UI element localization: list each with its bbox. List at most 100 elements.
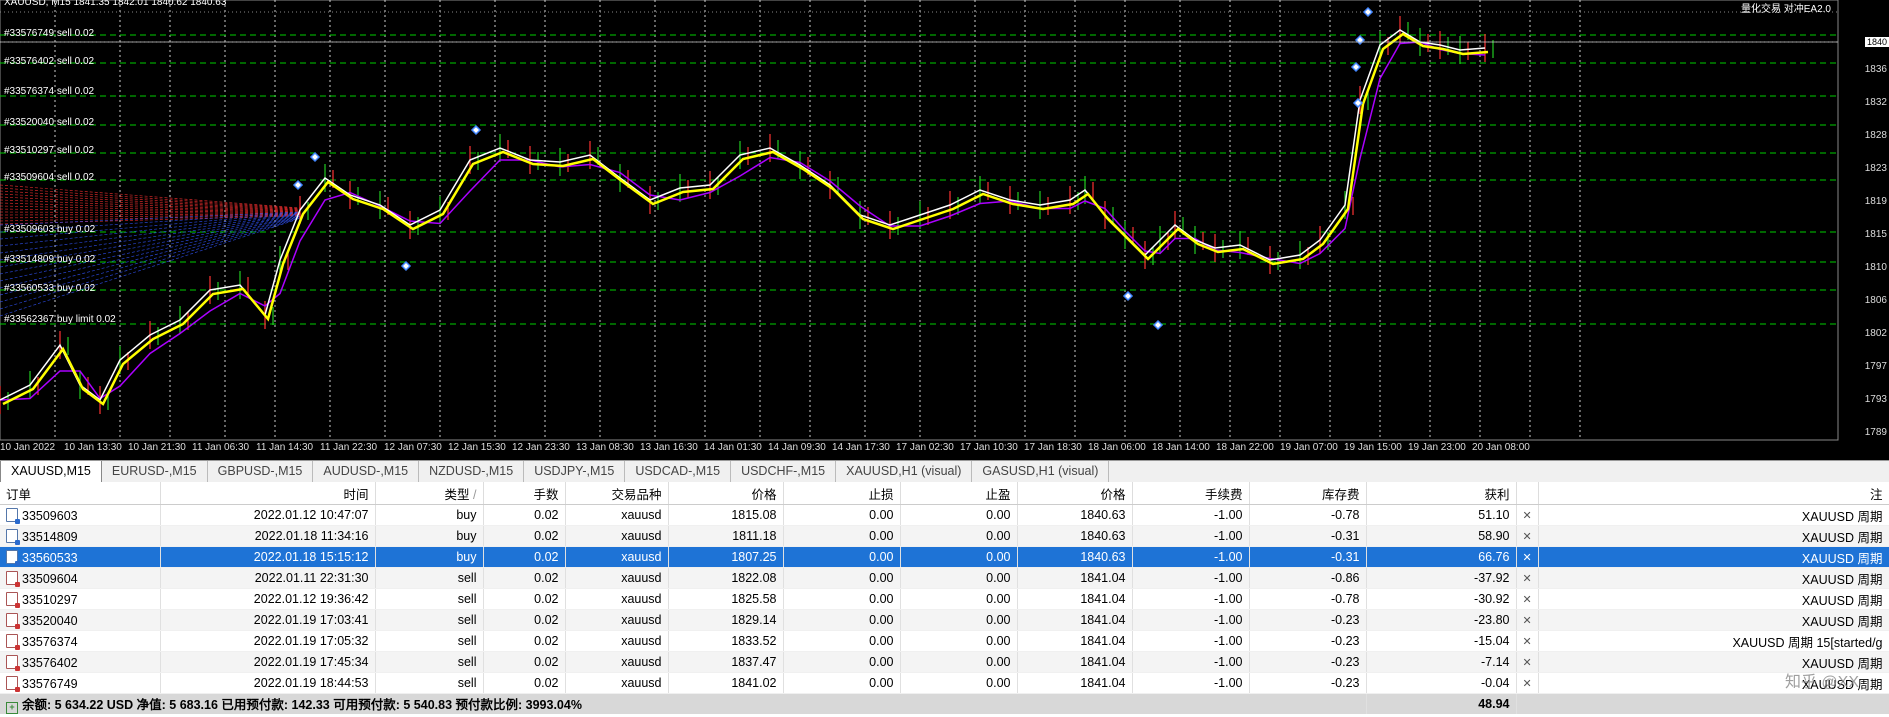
symbol-cell: xauusd [565, 609, 669, 631]
order-line-label: #33520040 sell 0.02 [4, 117, 95, 128]
order-cell: 33514809 [0, 525, 161, 547]
close-order-cell: ✕ [1516, 609, 1539, 631]
time-tick-label: 17 Jan 18:30 [1024, 442, 1082, 453]
table-row[interactable]: 33576749 2022.01.19 18:44:53 sell 0.02 xauus… [0, 672, 1889, 694]
close-icon[interactable]: ✕ [1523, 657, 1532, 669]
symbol-cell: xauusd [565, 525, 669, 547]
time-tick-label: 10 Jan 21:30 [128, 442, 186, 453]
price-cell: 1837.47 [668, 651, 784, 673]
swap-cell: -0.31 [1249, 525, 1367, 547]
tp-cell: 0.00 [900, 672, 1018, 694]
time-tick-label: 18 Jan 22:00 [1216, 442, 1274, 453]
swap-cell: -0.78 [1249, 588, 1367, 610]
tab-xauusd-h1-visual-[interactable]: XAUUSD,H1 (visual) [836, 461, 973, 482]
tab-usdcad-m15[interactable]: USDCAD-,M15 [625, 461, 732, 482]
col-comment[interactable]: 注 [1538, 482, 1889, 505]
price-tick-label: 1810 [1864, 262, 1887, 273]
table-row[interactable]: 33509603 2022.01.12 10:47:07 buy 0.02 xauusd… [0, 504, 1889, 526]
tab-eurusd-m15[interactable]: EURUSD-,M15 [102, 461, 208, 482]
sell-order-icon [6, 675, 20, 692]
col-commission[interactable]: 手续费 [1132, 482, 1250, 505]
tab-audusd-m15[interactable]: AUDUSD-,M15 [313, 461, 420, 482]
col-tp[interactable]: 止盈 [900, 482, 1018, 505]
cur-price-cell: 1841.04 [1017, 567, 1133, 589]
close-icon[interactable]: ✕ [1523, 636, 1532, 648]
sl-cell: 0.00 [783, 588, 901, 610]
time-tick-label: 13 Jan 16:30 [640, 442, 698, 453]
col-order[interactable]: 订单 [0, 482, 161, 505]
type-cell: buy [375, 504, 484, 526]
type-cell: sell [375, 567, 484, 589]
price-cell: 1825.58 [668, 588, 784, 610]
price-tick-label: 1789 [1864, 427, 1887, 438]
table-row[interactable]: 33576402 2022.01.19 17:45:34 sell 0.02 xauus… [0, 651, 1889, 673]
price-tick-label: 1806 [1864, 295, 1887, 306]
table-row[interactable]: 33510297 2022.01.12 19:36:42 sell 0.02 xauus… [0, 588, 1889, 610]
table-row[interactable]: 33560533 2022.01.18 15:15:12 buy 0.02 xauusd… [0, 546, 1889, 568]
table-row[interactable]: 33576374 2022.01.19 17:05:32 sell 0.02 xauus… [0, 630, 1889, 652]
table-row[interactable]: 33514809 2022.01.18 11:34:16 buy 0.02 xauusd… [0, 525, 1889, 547]
tab-nzdusd-m15[interactable]: NZDUSD-,M15 [419, 461, 525, 482]
cur-price-cell: 1841.04 [1017, 609, 1133, 631]
col-symbol[interactable]: 交易品种 [565, 482, 669, 505]
close-order-cell: ✕ [1516, 546, 1539, 568]
commission-cell: -1.00 [1132, 504, 1250, 526]
col-cur-price[interactable]: 价格 [1017, 482, 1133, 505]
trade-marker [400, 260, 412, 272]
tab-gbpusd-m15[interactable]: GBPUSD-,M15 [208, 461, 314, 482]
order-cell: 33509604 [0, 567, 161, 589]
close-icon[interactable]: ✕ [1523, 573, 1532, 585]
comment-cell: XAUUSD 周期 [1538, 588, 1889, 610]
price-chart[interactable]: XAUUSD, M15 1841.35 1842.01 1840.62 1840… [0, 0, 1889, 460]
table-row[interactable]: 33509604 2022.01.11 22:31:30 sell 0.02 xauus… [0, 567, 1889, 589]
close-icon[interactable]: ✕ [1523, 678, 1532, 690]
close-icon[interactable]: ✕ [1523, 594, 1532, 606]
swap-cell: -0.23 [1249, 609, 1367, 631]
sl-cell: 0.00 [783, 609, 901, 631]
tab-usdjpy-m15[interactable]: USDJPY-,M15 [524, 461, 626, 482]
tab-usdchf-m15[interactable]: USDCHF-,M15 [731, 461, 837, 482]
col-profit[interactable]: 获利 [1366, 482, 1517, 505]
comment-cell: XAUUSD 周期 [1538, 546, 1889, 568]
close-icon[interactable]: ✕ [1523, 615, 1532, 627]
close-icon[interactable]: ✕ [1523, 510, 1532, 522]
sell-order-icon [6, 612, 20, 629]
time-tick-label: 17 Jan 10:30 [960, 442, 1018, 453]
time-tick-label: 10 Jan 2022 [0, 442, 56, 453]
profit-cell: -0.04 [1366, 672, 1517, 694]
tab-gasusd-h1-visual-[interactable]: GASUSD,H1 (visual) [972, 461, 1110, 482]
time-cell: 2022.01.19 18:44:53 [160, 672, 376, 694]
close-order-cell: ✕ [1516, 525, 1539, 547]
commission-cell: -1.00 [1132, 609, 1250, 631]
price-cell: 1807.25 [668, 546, 784, 568]
close-icon[interactable]: ✕ [1523, 552, 1532, 564]
tp-cell: 0.00 [900, 588, 1018, 610]
col-lots[interactable]: 手数 [483, 482, 566, 505]
current-price-tag: 1840 [1864, 37, 1889, 47]
trade-marker [1152, 319, 1164, 331]
sell-link-line [0, 190, 301, 210]
type-cell: sell [375, 588, 484, 610]
col-type[interactable]: 类型 / [375, 482, 484, 505]
symbol-cell: xauusd [565, 651, 669, 673]
price-cell: 1815.08 [668, 504, 784, 526]
expand-icon[interactable]: + [6, 702, 18, 714]
sort-indicator: / [473, 487, 477, 502]
time-tick-label: 17 Jan 02:30 [896, 442, 954, 453]
close-icon[interactable]: ✕ [1523, 531, 1532, 543]
time-tick-label: 12 Jan 07:30 [384, 442, 442, 453]
col-sl[interactable]: 止损 [783, 482, 901, 505]
col-price[interactable]: 价格 [668, 482, 784, 505]
table-row[interactable]: 33520040 2022.01.19 17:03:41 sell 0.02 xauus… [0, 609, 1889, 631]
lots-cell: 0.02 [483, 630, 566, 652]
col-time[interactable]: 时间 [160, 482, 376, 505]
cur-price-cell: 1840.63 [1017, 546, 1133, 568]
commission-cell: -1.00 [1132, 525, 1250, 547]
profit-cell: 58.90 [1366, 525, 1517, 547]
profit-cell: -15.04 [1366, 630, 1517, 652]
sell-order-icon [6, 633, 20, 650]
col-swap[interactable]: 库存费 [1249, 482, 1367, 505]
buy-order-icon [6, 507, 20, 524]
price-cell: 1833.52 [668, 630, 784, 652]
tab-xauusd-m15[interactable]: XAUUSD,M15 [0, 461, 102, 482]
